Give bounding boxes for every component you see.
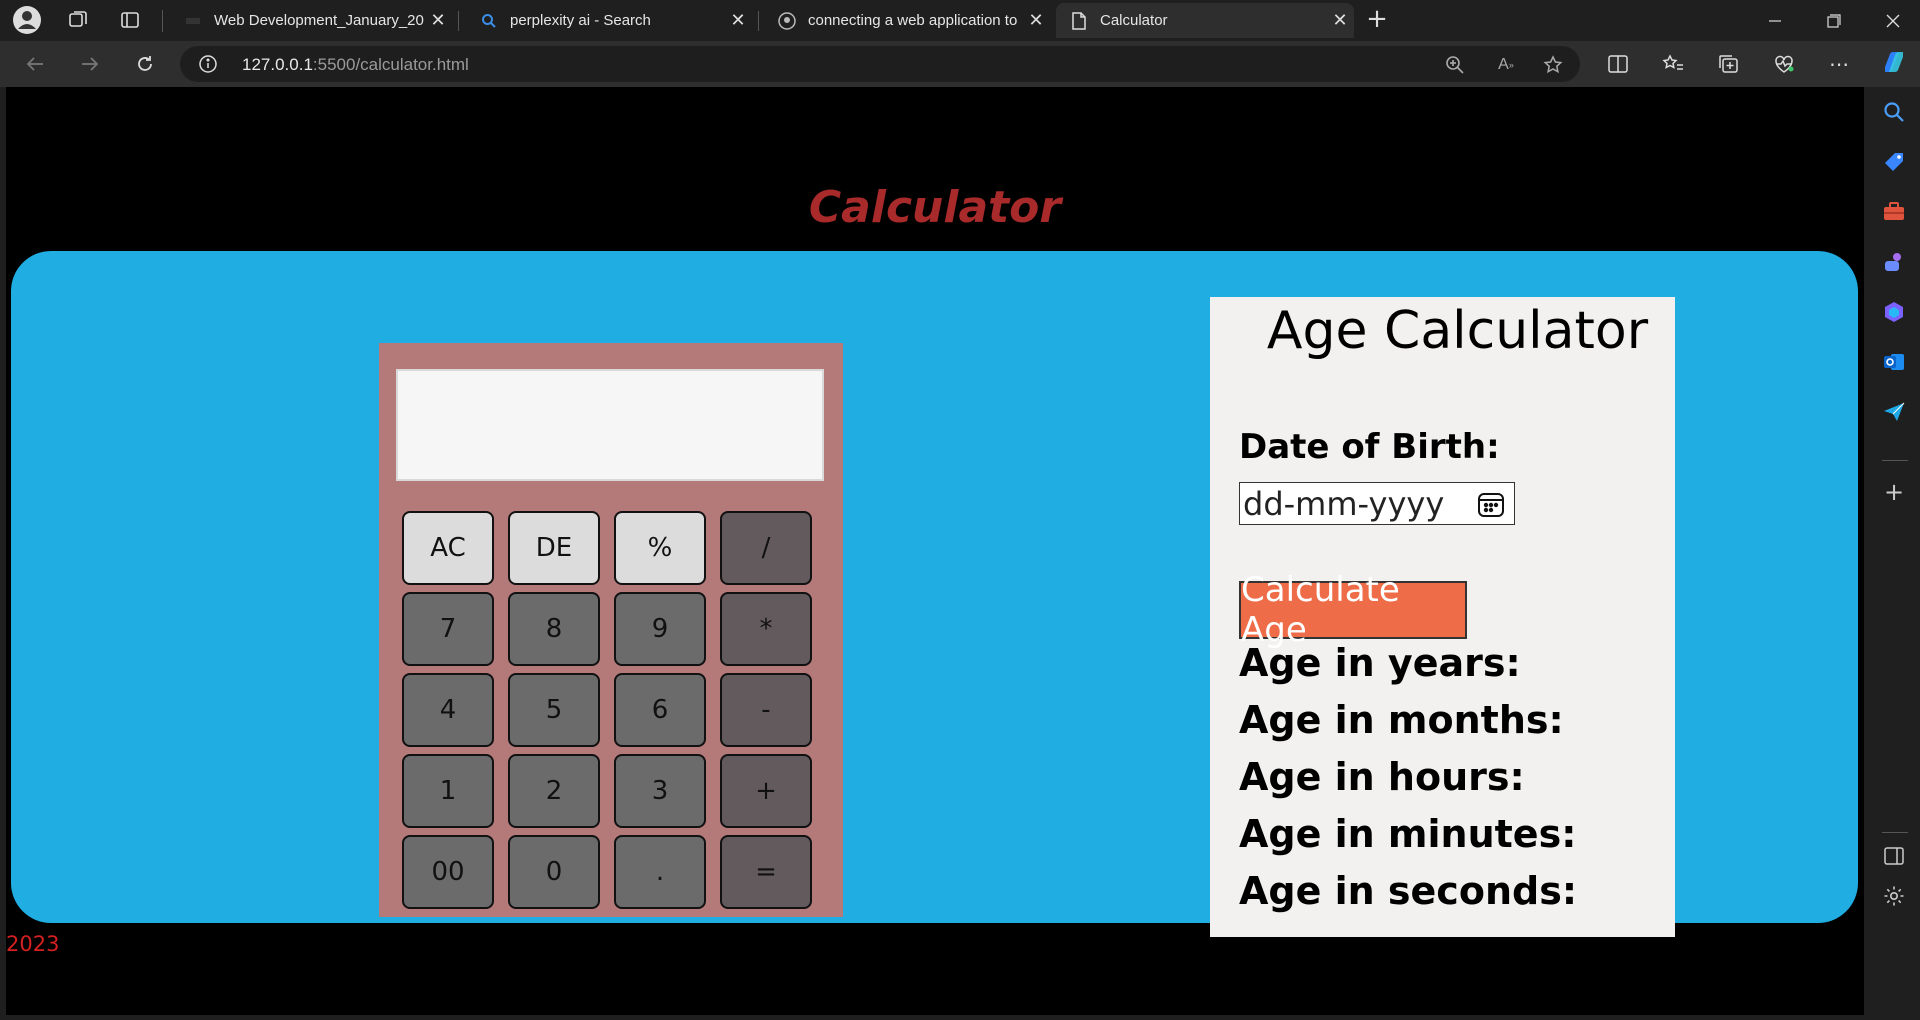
tab-title: Web Development_January_2024	[214, 12, 424, 29]
site-info-icon[interactable]	[198, 54, 218, 74]
add-sidebar-app-icon[interactable]: +	[1881, 478, 1907, 506]
age-in-months: Age in months:	[1239, 698, 1564, 742]
github-icon	[778, 11, 796, 30]
key-3[interactable]: 3	[614, 754, 706, 828]
split-screen-icon[interactable]	[1606, 53, 1630, 75]
shopping-tag-icon[interactable]	[1881, 149, 1907, 175]
age-calculator: Age Calculator Date of Birth: dd-mm-yyyy…	[1210, 297, 1675, 937]
tab-title: perplexity ai - Search	[510, 12, 651, 29]
age-in-years: Age in years:	[1239, 641, 1521, 685]
calculator: AC DE % / 7 8 9 * 4 5 6 - 1 2 3 + 00 0 .…	[379, 343, 843, 917]
close-tab-icon[interactable]: ✕	[724, 10, 752, 31]
dob-placeholder: dd-mm-yyyy	[1243, 485, 1445, 523]
tab-divider	[162, 10, 163, 32]
tab-favicon-icon	[184, 12, 202, 30]
url-text: 127.0.0.1:5500/calculator.html	[242, 55, 469, 74]
search-icon	[480, 12, 498, 30]
calendar-icon[interactable]	[1476, 489, 1506, 519]
tab-bar: Web Development_January_2024 ✕ perplexit…	[0, 0, 1920, 41]
key-7[interactable]: 7	[402, 592, 494, 666]
hide-sidebar-icon[interactable]	[1881, 843, 1907, 869]
tab-connecting-web-app[interactable]: connecting a web application to ✕	[764, 3, 1050, 38]
key-00[interactable]: 00	[402, 835, 494, 909]
key-de[interactable]: DE	[508, 511, 600, 585]
key-5[interactable]: 5	[508, 673, 600, 747]
page-icon	[1070, 11, 1088, 30]
refresh-icon[interactable]	[127, 49, 163, 79]
sidebar-divider	[1882, 832, 1908, 833]
close-tab-icon[interactable]: ✕	[1326, 10, 1354, 31]
dob-label: Date of Birth:	[1239, 427, 1500, 467]
copilot-icon[interactable]	[1881, 49, 1907, 75]
key-subtract[interactable]: -	[720, 673, 812, 747]
key-percent[interactable]: %	[614, 511, 706, 585]
close-tab-icon[interactable]: ✕	[424, 10, 452, 31]
tab-separator	[758, 11, 759, 31]
back-icon[interactable]	[17, 49, 53, 79]
key-9[interactable]: 9	[614, 592, 706, 666]
forward-icon[interactable]	[72, 49, 108, 79]
key-1[interactable]: 1	[402, 754, 494, 828]
age-calculator-title: Age Calculator	[1266, 301, 1649, 361]
tools-briefcase-icon[interactable]	[1881, 199, 1907, 225]
profile-icon[interactable]	[9, 6, 45, 34]
dob-input[interactable]: dd-mm-yyyy	[1239, 482, 1515, 525]
tab-calculator[interactable]: Calculator ✕	[1056, 3, 1354, 38]
key-equals[interactable]: =	[720, 835, 812, 909]
zoom-icon[interactable]	[1444, 54, 1466, 76]
close-tab-icon[interactable]: ✕	[1022, 10, 1050, 31]
tab-actions-icon[interactable]	[112, 6, 148, 34]
search-icon[interactable]	[1881, 99, 1907, 125]
new-tab-button[interactable]: +	[1362, 5, 1392, 35]
key-decimal[interactable]: .	[614, 835, 706, 909]
drop-send-icon[interactable]	[1881, 399, 1907, 425]
age-in-seconds: Age in seconds:	[1239, 869, 1578, 913]
calculate-age-button[interactable]: Calculate Age	[1239, 570, 1467, 650]
sidebar-divider	[1882, 460, 1908, 461]
age-in-hours: Age in hours:	[1239, 755, 1525, 799]
key-8[interactable]: 8	[508, 592, 600, 666]
close-window-icon[interactable]	[1865, 0, 1920, 41]
key-divide[interactable]: /	[720, 511, 812, 585]
edge-sidebar: +	[1868, 52, 1920, 1020]
microsoft-365-icon[interactable]	[1881, 299, 1907, 325]
collections-icon[interactable]	[1717, 53, 1741, 75]
key-4[interactable]: 4	[402, 673, 494, 747]
minimize-icon[interactable]	[1747, 0, 1802, 41]
address-bar[interactable]: 127.0.0.1:5500/calculator.html A»	[180, 46, 1580, 82]
favorite-star-icon[interactable]	[1542, 54, 1564, 76]
tab-title: Calculator	[1100, 12, 1168, 29]
footer-year: 2023	[6, 932, 60, 956]
tab-separator	[458, 11, 459, 31]
workspaces-icon[interactable]	[60, 6, 96, 34]
key-2[interactable]: 2	[508, 754, 600, 828]
key-multiply[interactable]: *	[720, 592, 812, 666]
page-title: Calculator	[808, 182, 1062, 233]
age-in-minutes: Age in minutes:	[1239, 812, 1577, 856]
settings-gear-icon[interactable]	[1881, 883, 1907, 909]
key-0[interactable]: 0	[508, 835, 600, 909]
read-aloud-icon[interactable]: A»	[1495, 54, 1517, 76]
more-menu-icon[interactable]: ⋯	[1827, 52, 1851, 76]
tab-perplexity-search[interactable]: perplexity ai - Search ✕	[466, 3, 752, 38]
games-icon[interactable]	[1881, 249, 1907, 275]
tab-title: connecting a web application to	[808, 12, 1018, 29]
key-ac[interactable]: AC	[402, 511, 494, 585]
tab-web-development[interactable]: Web Development_January_2024 ✕	[170, 3, 452, 38]
key-add[interactable]: +	[720, 754, 812, 828]
page-viewport: Calculator AC DE % / 7 8 9 * 4 5 6 - 1 2…	[6, 87, 1864, 1015]
browser-essentials-icon[interactable]	[1772, 53, 1796, 75]
address-bar-row: 127.0.0.1:5500/calculator.html A» ⋯	[0, 41, 1920, 87]
calculator-display[interactable]	[396, 369, 824, 481]
restore-icon[interactable]	[1806, 0, 1861, 41]
outlook-icon[interactable]	[1881, 349, 1907, 375]
key-6[interactable]: 6	[614, 673, 706, 747]
favorites-icon[interactable]	[1661, 53, 1685, 75]
